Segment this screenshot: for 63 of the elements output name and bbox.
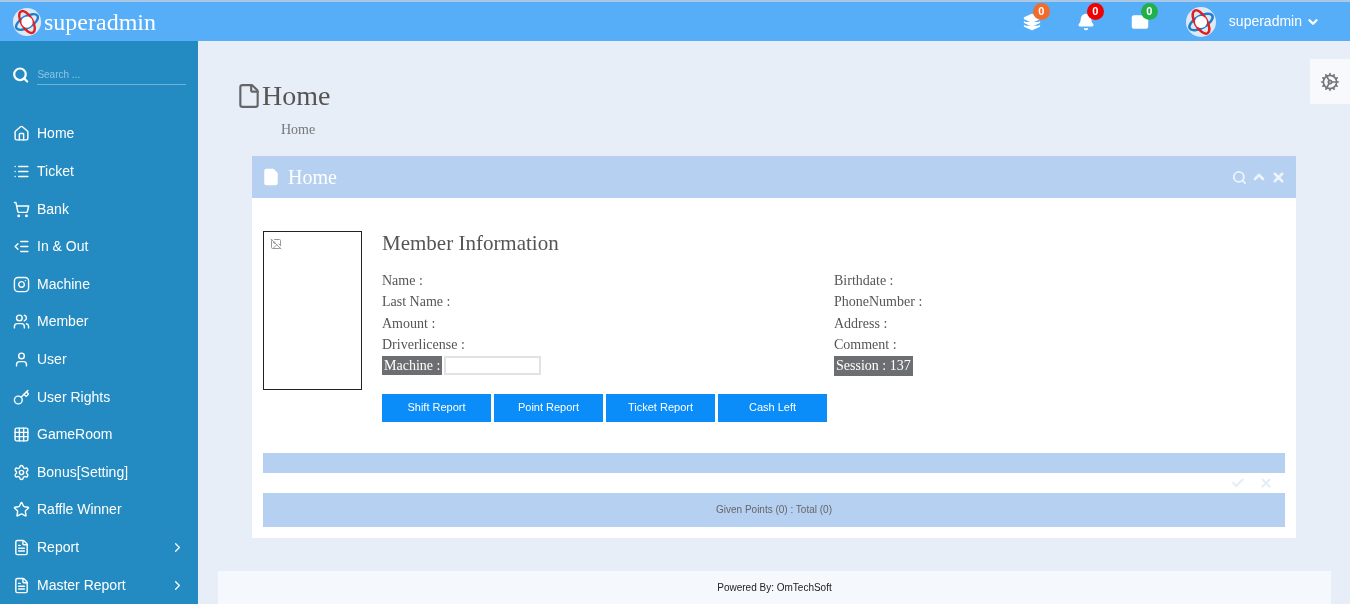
logo-icon — [1184, 5, 1217, 38]
document-icon — [13, 576, 30, 594]
field-label: Comment : — [834, 336, 897, 354]
camera-icon — [13, 275, 30, 293]
sidebar-item[interactable]: Bonus[Setting] — [0, 453, 198, 492]
report-button[interactable]: Ticket Report — [606, 393, 715, 422]
document-icon — [13, 539, 30, 556]
key-icon — [13, 388, 30, 406]
home-icon — [13, 125, 30, 143]
sidebar-item[interactable]: Machine — [0, 265, 198, 304]
sidebar-item[interactable]: GameRoom — [0, 415, 198, 454]
page-title: Home — [262, 79, 331, 113]
report-button[interactable]: Shift Report — [382, 393, 491, 422]
field-label: Amount : — [382, 314, 436, 333]
footer-text: Powered By: OmTechSoft — [717, 581, 832, 595]
breadcrumb-link[interactable]: Home — [281, 119, 316, 140]
close-icon[interactable] — [1259, 475, 1273, 490]
grid-icon — [13, 426, 30, 444]
search-icon — [12, 66, 30, 84]
star-icon — [13, 501, 30, 519]
cart-icon — [13, 200, 30, 218]
search-field[interactable]: Search ... — [37, 65, 186, 85]
sidebar-item[interactable]: User Rights — [0, 378, 198, 416]
gears-icon — [1320, 71, 1340, 92]
count-badge: 0 — [1032, 2, 1050, 20]
section-heading: Member Information — [382, 230, 560, 257]
sidebar-item[interactable]: Master Report — [0, 566, 198, 604]
users-icon — [13, 313, 30, 331]
sidebar-item[interactable]: Member — [0, 303, 198, 341]
summary-text: Given Points (0) : Total (0) — [716, 503, 832, 517]
gear-icon — [13, 463, 30, 481]
count-badge: 0 — [1086, 2, 1104, 20]
field-label: Birthdate : — [834, 271, 894, 290]
sidebar-item[interactable]: Report — [0, 528, 198, 567]
sidebar-item[interactable]: In & Out — [0, 227, 198, 266]
count-badge: 0 — [1140, 2, 1158, 20]
logo-icon — [12, 6, 42, 37]
file-icon — [262, 168, 280, 186]
panel-title: Home — [288, 165, 337, 190]
machine-field[interactable] — [444, 355, 542, 375]
close-icon[interactable] — [1271, 169, 1286, 185]
session-label: Session : 137 — [834, 355, 913, 376]
field-label: Address : — [834, 314, 888, 333]
sidebar-item[interactable]: Raffle Winner — [0, 491, 198, 529]
settings-tab[interactable] — [1310, 59, 1350, 104]
brand-name[interactable]: superadmin — [44, 3, 156, 40]
sidebar-item[interactable]: User — [0, 340, 198, 379]
report-button[interactable]: Point Report — [494, 393, 603, 422]
field-label: Last Name : — [382, 293, 451, 311]
field-label: Machine : — [382, 355, 443, 375]
sidebar-item[interactable]: Bank — [0, 190, 198, 228]
field-label: PhoneNumber : — [834, 293, 923, 311]
report-button[interactable]: Cash Left — [718, 393, 827, 422]
check-icon[interactable] — [1231, 475, 1245, 490]
broken-image-icon — [270, 238, 282, 250]
file-icon — [236, 83, 262, 109]
sidebar-item[interactable]: Home — [0, 115, 198, 153]
sidebar-item[interactable]: Ticket — [0, 152, 198, 191]
field-label: Driverlicense : — [382, 336, 465, 354]
search-icon[interactable] — [1232, 169, 1247, 185]
user-icon — [13, 350, 30, 368]
user-menu[interactable]: superadmin — [1228, 11, 1320, 32]
field-label: Name : — [382, 271, 423, 290]
